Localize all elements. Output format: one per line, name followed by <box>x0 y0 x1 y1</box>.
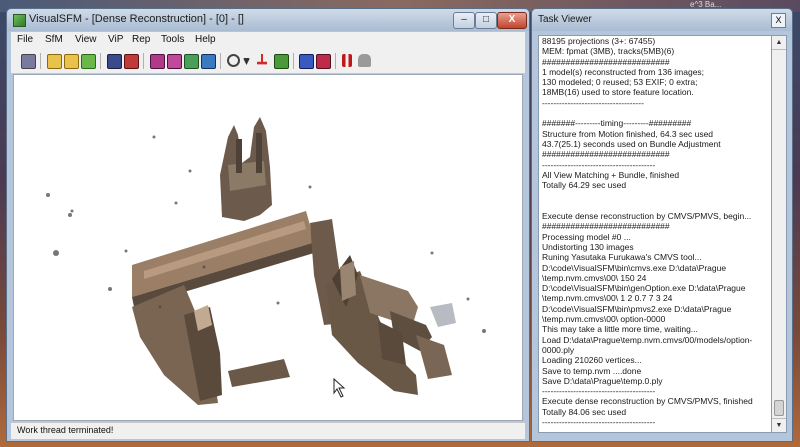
menu-sfm[interactable]: SfM <box>45 34 63 45</box>
toolbar-separator <box>40 53 41 69</box>
log-line: D:\code\VisualSFM\bin\genOption.exe D:\d… <box>542 283 746 294</box>
log-line: 130 modeled; 0 reused; 53 EXIF; 0 extra; <box>542 77 698 88</box>
task-log-scrollbar[interactable]: ▲ ▼ <box>771 35 787 433</box>
window-title: VisualSFM - [Dense Reconstruction] - [0]… <box>29 13 244 25</box>
menu-bar: File SfM View ViP Rep Tools Help <box>11 32 525 49</box>
new-icon[interactable] <box>21 54 36 69</box>
maximize-button[interactable]: □ <box>475 12 497 29</box>
log-line: Structure from Motion finished, 64.3 sec… <box>542 128 714 139</box>
log-line: \temp.nvm.cmvs\00\ 1 2 0.7 7 3 24 <box>542 293 673 304</box>
log-line: D:\code\VisualSFM\bin\cmvs.exe D:\data\P… <box>542 262 727 273</box>
log-line: 1 model(s) reconstructed from 136 images… <box>542 66 705 77</box>
log-line: Save to temp.nvm ....done <box>542 365 642 376</box>
task-viewer-title: Task Viewer <box>538 14 592 25</box>
menu-vip[interactable]: ViP <box>108 34 123 45</box>
log-line: Load D:\data\Prague\temp.nvm.cmvs/00/mod… <box>542 334 753 345</box>
save-icon[interactable] <box>107 54 122 69</box>
open-folder-icon[interactable] <box>81 54 96 69</box>
match-alt-icon[interactable] <box>184 54 199 69</box>
dropdown-icon[interactable] <box>243 58 250 65</box>
log-line: 18MB(16) used to store feature location. <box>542 87 694 98</box>
open-icon[interactable] <box>47 54 62 69</box>
menu-help[interactable]: Help <box>195 34 216 45</box>
pause-icon[interactable] <box>342 54 352 67</box>
task-viewer-title-bar[interactable]: Task Viewer X <box>532 9 792 31</box>
lock-icon[interactable] <box>274 54 289 69</box>
toolbar-separator <box>143 53 144 69</box>
log-line: Execute dense reconstruction by CMVS/PMV… <box>542 211 752 222</box>
menu-file[interactable]: File <box>17 34 33 45</box>
log-line: ------------------------------------ <box>542 97 644 108</box>
toolbar-separator <box>293 53 294 69</box>
log-line: ########################### <box>542 221 670 232</box>
log-line: Processing model #0 ... <box>542 231 631 242</box>
scroll-thumb[interactable] <box>774 400 784 416</box>
dense-icon[interactable] <box>316 54 331 69</box>
tree-icon[interactable] <box>257 54 267 65</box>
log-line: MEM: fpmat (3MB), tracks(5MB)(6) <box>542 46 675 57</box>
log-line: ---------------------------------------- <box>542 416 656 427</box>
log-line: Save D:\data\Prague\temp.0.ply <box>542 375 663 386</box>
log-line: ########################### <box>542 149 670 160</box>
log-line: 43.7(25.1) seconds used on Bundle Adjust… <box>542 138 721 149</box>
3d-viewport[interactable] <box>13 74 523 421</box>
toolbar-separator <box>100 53 101 69</box>
log-line: All View Matching + Bundle, finished <box>542 169 680 180</box>
menu-tools[interactable]: Tools <box>161 34 184 45</box>
mouse-cursor-icon <box>333 377 346 398</box>
log-line: Totally 84.06 sec used <box>542 406 627 417</box>
compute-icon[interactable] <box>201 54 216 69</box>
log-line: Undistorting 130 images <box>542 241 634 252</box>
task-viewer-window: Task Viewer X 88195 projections (3+: 674… <box>531 8 793 442</box>
log-line: D:\code\VisualSFM\bin\pmvs2.exe D:\data\… <box>542 303 732 314</box>
visualsfm-window: VisualSFM - [Dense Reconstruction] - [0]… <box>6 8 530 442</box>
sparse-icon[interactable] <box>299 54 314 69</box>
log-line: ---------------------------------------- <box>542 386 656 397</box>
app-icon <box>13 14 26 27</box>
zoom-icon[interactable] <box>227 54 240 67</box>
log-line: \temp.nvm.cmvs\00\ 150 24 <box>542 272 647 283</box>
hand-icon[interactable] <box>358 54 371 67</box>
scroll-up-button[interactable]: ▲ <box>772 36 786 50</box>
toolbar-separator <box>335 53 336 69</box>
point-cloud <box>46 117 486 405</box>
log-line: Totally 64.29 sec used <box>542 180 627 191</box>
log-line: Execute dense reconstruction by CMVS/PMV… <box>542 396 753 407</box>
open-multi-icon[interactable] <box>64 54 79 69</box>
menu-rep[interactable]: Rep <box>132 34 150 45</box>
scroll-down-button[interactable]: ▼ <box>772 418 786 432</box>
copy-icon[interactable] <box>124 54 139 69</box>
log-line: Runing Yasutaka Furukawa's CMVS tool... <box>542 252 702 263</box>
log-line: Loading 210260 vertices... <box>542 355 642 366</box>
log-line: 88195 projections (3+: 67455) <box>542 36 656 46</box>
log-line: ---------------------------------------- <box>542 159 656 170</box>
task-log[interactable]: 88195 projections (3+: 67455) MEM: fpmat … <box>538 35 772 433</box>
status-bar: Work thread terminated! <box>11 422 525 439</box>
log-line: ########################### <box>542 56 670 67</box>
close-button[interactable]: X <box>497 12 527 29</box>
log-line: \temp.nvm.cmvs\00\ option-0000 <box>542 314 666 325</box>
match-icon[interactable] <box>167 54 182 69</box>
task-viewer-close-button[interactable]: X <box>771 13 786 28</box>
toolbar <box>11 49 525 74</box>
title-bar[interactable]: VisualSFM - [Dense Reconstruction] - [0]… <box>7 9 529 31</box>
minimize-button[interactable]: – <box>453 12 475 29</box>
log-line: 0000.ply <box>542 344 575 355</box>
status-text: Work thread terminated! <box>17 425 114 435</box>
pair-match-icon[interactable] <box>150 54 165 69</box>
menu-view[interactable]: View <box>75 34 97 45</box>
log-line: #######---------timing---------######### <box>542 118 692 129</box>
toolbar-separator <box>220 53 221 69</box>
log-line: This may take a little more time, waitin… <box>542 324 698 335</box>
